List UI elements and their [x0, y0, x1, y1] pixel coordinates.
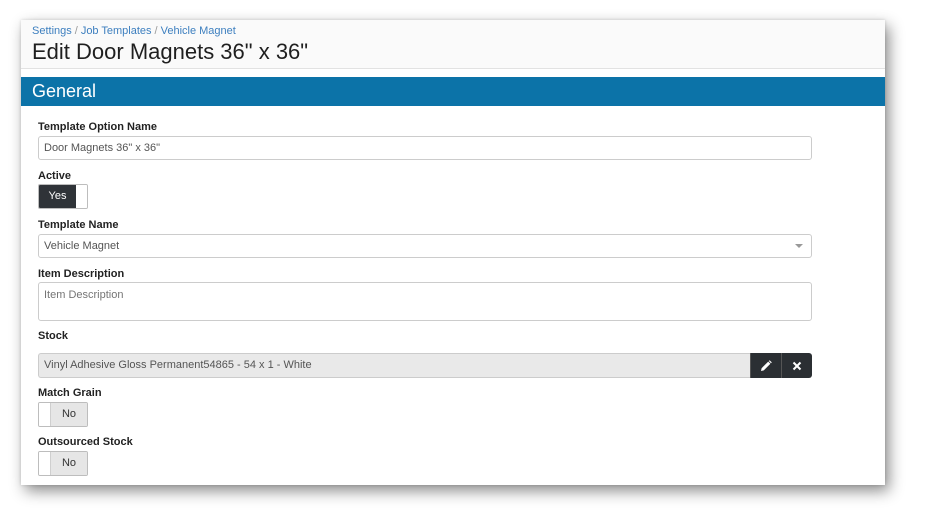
- stock-label: Stock: [38, 330, 68, 342]
- close-icon: [792, 361, 802, 370]
- page-title: Edit Door Magnets 36" x 36": [32, 39, 309, 64]
- breadcrumb-separator: /: [154, 25, 158, 37]
- toggle-knob: [39, 452, 51, 475]
- match-grain-toggle-state: No: [51, 403, 87, 426]
- stock-row: Vinyl Adhesive Gloss Permanent54865 - 54…: [38, 353, 812, 378]
- active-toggle-state: Yes: [39, 185, 76, 208]
- chevron-down-icon: [795, 244, 803, 248]
- toggle-knob: [39, 403, 51, 426]
- breadcrumb-vehicle-magnet[interactable]: Vehicle Magnet: [161, 25, 236, 37]
- stock-edit-button[interactable]: [750, 353, 781, 378]
- pencil-icon: [761, 359, 772, 371]
- toggle-knob: [76, 185, 87, 208]
- match-grain-label: Match Grain: [38, 387, 102, 399]
- breadcrumb-job-templates[interactable]: Job Templates: [81, 25, 152, 37]
- stock-value: Vinyl Adhesive Gloss Permanent54865 - 54…: [38, 353, 750, 378]
- active-toggle[interactable]: Yes: [38, 184, 88, 209]
- outsourced-stock-toggle[interactable]: No: [38, 451, 88, 476]
- item-description-textarea[interactable]: [38, 282, 812, 321]
- outsourced-stock-toggle-state: No: [51, 452, 87, 475]
- template-option-name-label: Template Option Name: [38, 121, 157, 133]
- item-description-label: Item Description: [38, 268, 125, 280]
- stock-clear-button[interactable]: [781, 353, 812, 378]
- match-grain-toggle[interactable]: No: [38, 402, 88, 427]
- template-name-selected-value: Vehicle Magnet: [44, 240, 120, 252]
- breadcrumb: Settings / Job Templates / Vehicle Magnet: [32, 25, 874, 38]
- outsourced-stock-label: Outsourced Stock: [38, 436, 133, 448]
- template-name-select[interactable]: Vehicle Magnet: [38, 234, 812, 258]
- template-name-label: Template Name: [38, 219, 119, 231]
- page-header: Settings / Job Templates / Vehicle Magnet Ed…: [21, 20, 885, 69]
- breadcrumb-settings[interactable]: Settings: [32, 25, 72, 37]
- edit-panel: Settings / Job Templates / Vehicle Magnet Ed…: [21, 20, 885, 485]
- breadcrumb-separator: /: [74, 25, 78, 37]
- active-label: Active: [38, 170, 72, 182]
- section-header-general: General: [21, 77, 885, 106]
- template-option-name-input[interactable]: [38, 136, 812, 160]
